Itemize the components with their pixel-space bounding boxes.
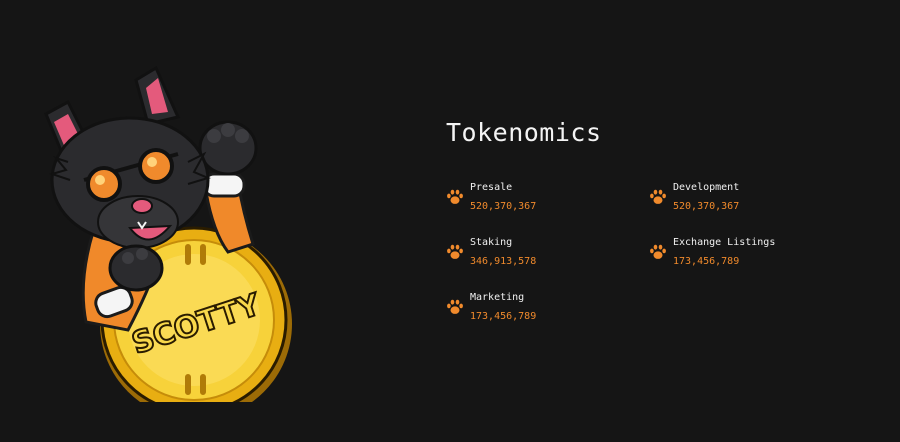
allocation-item-exchange-listings: Exchange Listings 173,456,789 <box>649 237 849 277</box>
allocation-item-presale: Presale 520,370,367 <box>446 182 646 222</box>
dog-head <box>44 65 211 249</box>
paw-icon <box>447 299 463 314</box>
paw-icon <box>650 244 666 259</box>
allocation-label: Presale <box>470 182 513 193</box>
allocation-value: 173,456,789 <box>470 311 537 322</box>
paw-icon <box>650 189 666 204</box>
allocation-label: Staking <box>470 237 513 248</box>
allocation-value: 520,370,367 <box>673 201 740 212</box>
section-title: Tokenomics <box>446 118 602 147</box>
allocation-value: 173,456,789 <box>673 256 740 267</box>
allocation-value: 346,913,578 <box>470 256 537 267</box>
allocation-label: Development <box>673 182 740 193</box>
allocation-item-staking: Staking 346,913,578 <box>446 237 646 277</box>
allocation-label: Marketing <box>470 292 525 303</box>
allocation-label: Exchange Listings <box>673 237 776 248</box>
tokenomics-list: Presale 520,370,367 Development 520,370,… <box>446 182 866 332</box>
allocation-item-development: Development 520,370,367 <box>649 182 849 222</box>
allocation-value: 520,370,367 <box>470 201 537 212</box>
paw-icon <box>447 189 463 204</box>
paw-icon <box>447 244 463 259</box>
mascot-illustration: SCOTTY <box>44 65 292 402</box>
allocation-item-marketing: Marketing 173,456,789 <box>446 292 646 332</box>
